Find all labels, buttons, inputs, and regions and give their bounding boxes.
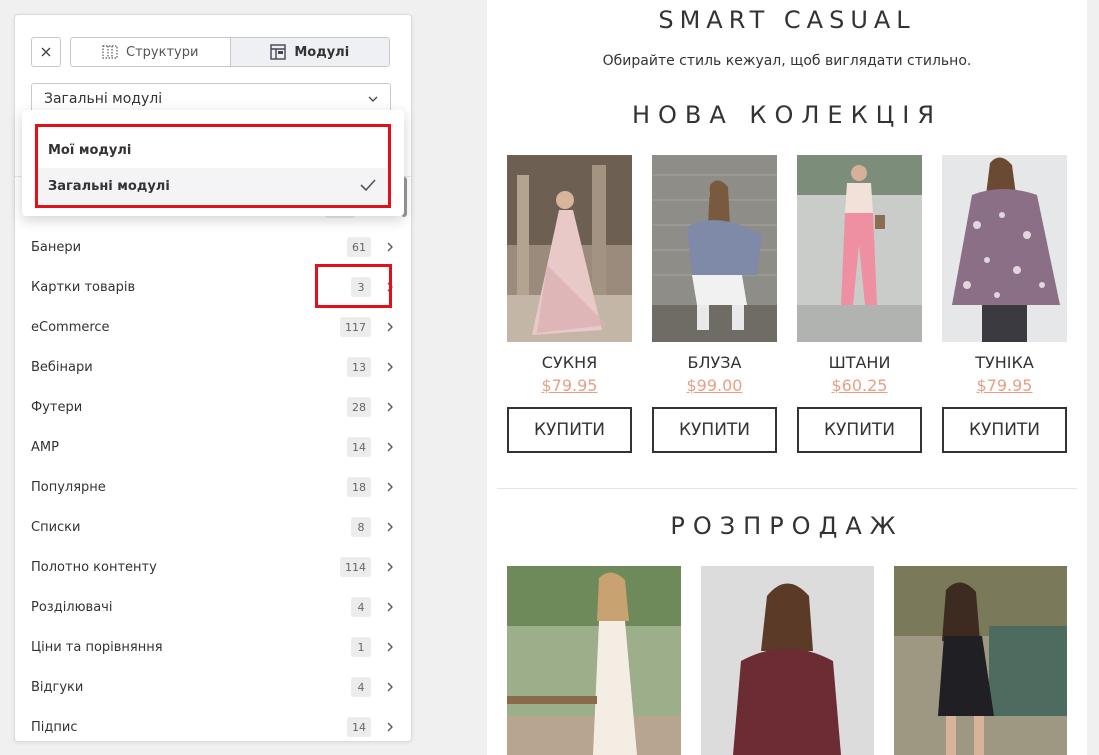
category-label: Футери — [31, 399, 83, 415]
category-label: Відгуки — [31, 679, 84, 695]
chevron-right-icon — [385, 722, 395, 732]
category-count: 3 — [351, 277, 371, 297]
category-count: 4 — [351, 597, 371, 617]
category-item-popular[interactable]: Популярне 18 — [15, 467, 411, 507]
category-label: Вебінари — [31, 359, 93, 375]
category-label: Ціни та порівняння — [31, 639, 163, 655]
checkmark-icon — [360, 179, 376, 192]
panel-tabs: Структури Модулі — [70, 37, 390, 67]
category-count: 61 — [347, 237, 371, 257]
category-label: Підпис — [31, 719, 78, 735]
product-name: ТУНІКА — [975, 353, 1034, 372]
dropdown-option-label: Мої модулі — [48, 142, 132, 158]
tab-structures[interactable]: Структури — [71, 38, 230, 66]
category-count: 18 — [347, 477, 371, 497]
dropdown-option-label: Загальні модулі — [48, 178, 170, 194]
category-item-amp[interactable]: AMP 14 — [15, 427, 411, 467]
product-name: СУКНЯ — [541, 353, 598, 372]
new-collection-heading: НОВА КОЛЕКЦІЯ — [631, 101, 942, 129]
preview-title: SMART CASUAL — [658, 6, 916, 34]
product-photo-blouse — [652, 155, 777, 342]
chevron-right-icon — [385, 522, 395, 532]
chevron-right-icon — [385, 482, 395, 492]
structure-grid-icon — [102, 45, 118, 59]
chevron-right-icon — [385, 362, 395, 372]
category-item-lists[interactable]: Списки 8 — [15, 507, 411, 547]
sale-photo-white-dress — [507, 566, 681, 755]
chevron-down-icon — [368, 96, 378, 102]
chevron-right-icon — [385, 602, 395, 612]
product-photo-pants — [797, 155, 922, 342]
category-count: 117 — [340, 317, 371, 337]
category-count: 1 — [351, 637, 371, 657]
category-label: Картки товарів — [31, 279, 136, 295]
category-label: AMP — [31, 439, 59, 455]
category-item-pricing[interactable]: Ціни та порівняння 1 — [15, 627, 411, 667]
dropdown-option-general-modules[interactable]: Загальні модулі — [38, 168, 388, 204]
category-count: 13 — [347, 357, 371, 377]
tab-structures-label: Структури — [126, 44, 199, 60]
category-label: Списки — [31, 519, 81, 535]
category-item-signature[interactable]: Підпис 14 — [15, 707, 411, 741]
chevron-right-icon — [385, 562, 395, 572]
module-source-value: Загальні модулі — [44, 91, 163, 107]
category-count: 114 — [340, 557, 371, 577]
tab-modules-label: Модулі — [294, 44, 350, 60]
product-price[interactable]: $99.00 — [652, 376, 777, 395]
product-card: СУКНЯ $79.95 КУПИТИ — [507, 155, 632, 453]
email-preview: SMART CASUAL Обирайте стиль кежуал, щоб … — [487, 0, 1087, 755]
category-count: 28 — [347, 397, 371, 417]
category-count: 8 — [351, 517, 371, 537]
sale-photo-black-dress — [894, 566, 1067, 755]
close-icon — [41, 47, 51, 57]
product-name: БЛУЗА — [687, 353, 742, 372]
preview-subtitle: Обирайте стиль кежуал, щоб виглядати сти… — [602, 53, 972, 69]
chevron-right-icon — [385, 642, 395, 652]
buy-button[interactable]: КУПИТИ — [797, 407, 922, 453]
product-photo-dress — [507, 155, 632, 342]
product-price[interactable]: $79.95 — [942, 376, 1067, 395]
chevron-right-icon — [385, 682, 395, 692]
product-card: ШТАНИ $60.25 КУПИТИ — [797, 155, 922, 453]
buy-button[interactable]: КУПИТИ — [652, 407, 777, 453]
product-card: ТУНІКА $79.95 КУПИТИ — [942, 155, 1067, 453]
category-count: 14 — [347, 717, 371, 737]
category-label: Розділювачі — [31, 599, 113, 615]
category-label: eCommerce — [31, 319, 110, 335]
chevron-right-icon — [385, 442, 395, 452]
category-item-dividers[interactable]: Розділювачі 4 — [15, 587, 411, 627]
category-count: 4 — [351, 677, 371, 697]
category-item-banners[interactable]: Банери 61 — [15, 227, 411, 267]
category-label: Популярне — [31, 479, 106, 495]
section-divider — [497, 488, 1077, 489]
buy-button[interactable]: КУПИТИ — [507, 407, 632, 453]
product-price[interactable]: $60.25 — [797, 376, 922, 395]
product-photo-tunic — [942, 155, 1067, 342]
chevron-right-icon — [385, 402, 395, 412]
sale-photo-burgundy-top — [701, 566, 874, 755]
category-item-content-canvas[interactable]: Полотно контенту 114 — [15, 547, 411, 587]
category-label: Банери — [31, 239, 82, 255]
category-item-ecommerce[interactable]: eCommerce 117 — [15, 307, 411, 347]
chevron-right-icon — [385, 282, 395, 292]
close-button[interactable] — [31, 37, 61, 67]
category-item-webinars[interactable]: Вебінари 13 — [15, 347, 411, 387]
buy-button[interactable]: КУПИТИ — [942, 407, 1067, 453]
product-name: ШТАНИ — [828, 353, 891, 372]
category-label: Полотно контенту — [31, 559, 157, 575]
category-item-footers[interactable]: Футери 28 — [15, 387, 411, 427]
chevron-right-icon — [385, 242, 395, 252]
chevron-right-icon — [385, 322, 395, 332]
category-count: 14 — [347, 437, 371, 457]
sale-heading: РОЗПРОДАЖ — [670, 512, 904, 540]
product-price[interactable]: $79.95 — [507, 376, 632, 395]
category-item-testimonials[interactable]: Відгуки 4 — [15, 667, 411, 707]
dropdown-option-my-modules[interactable]: Мої модулі — [38, 132, 388, 168]
tab-modules[interactable]: Модулі — [229, 38, 389, 66]
product-card: БЛУЗА $99.00 КУПИТИ — [652, 155, 777, 453]
category-list: Банери 61 Картки товарів 3 eCommerce 117… — [15, 227, 411, 741]
modules-icon — [270, 44, 287, 60]
category-item-product-cards[interactable]: Картки товарів 3 — [15, 267, 411, 307]
